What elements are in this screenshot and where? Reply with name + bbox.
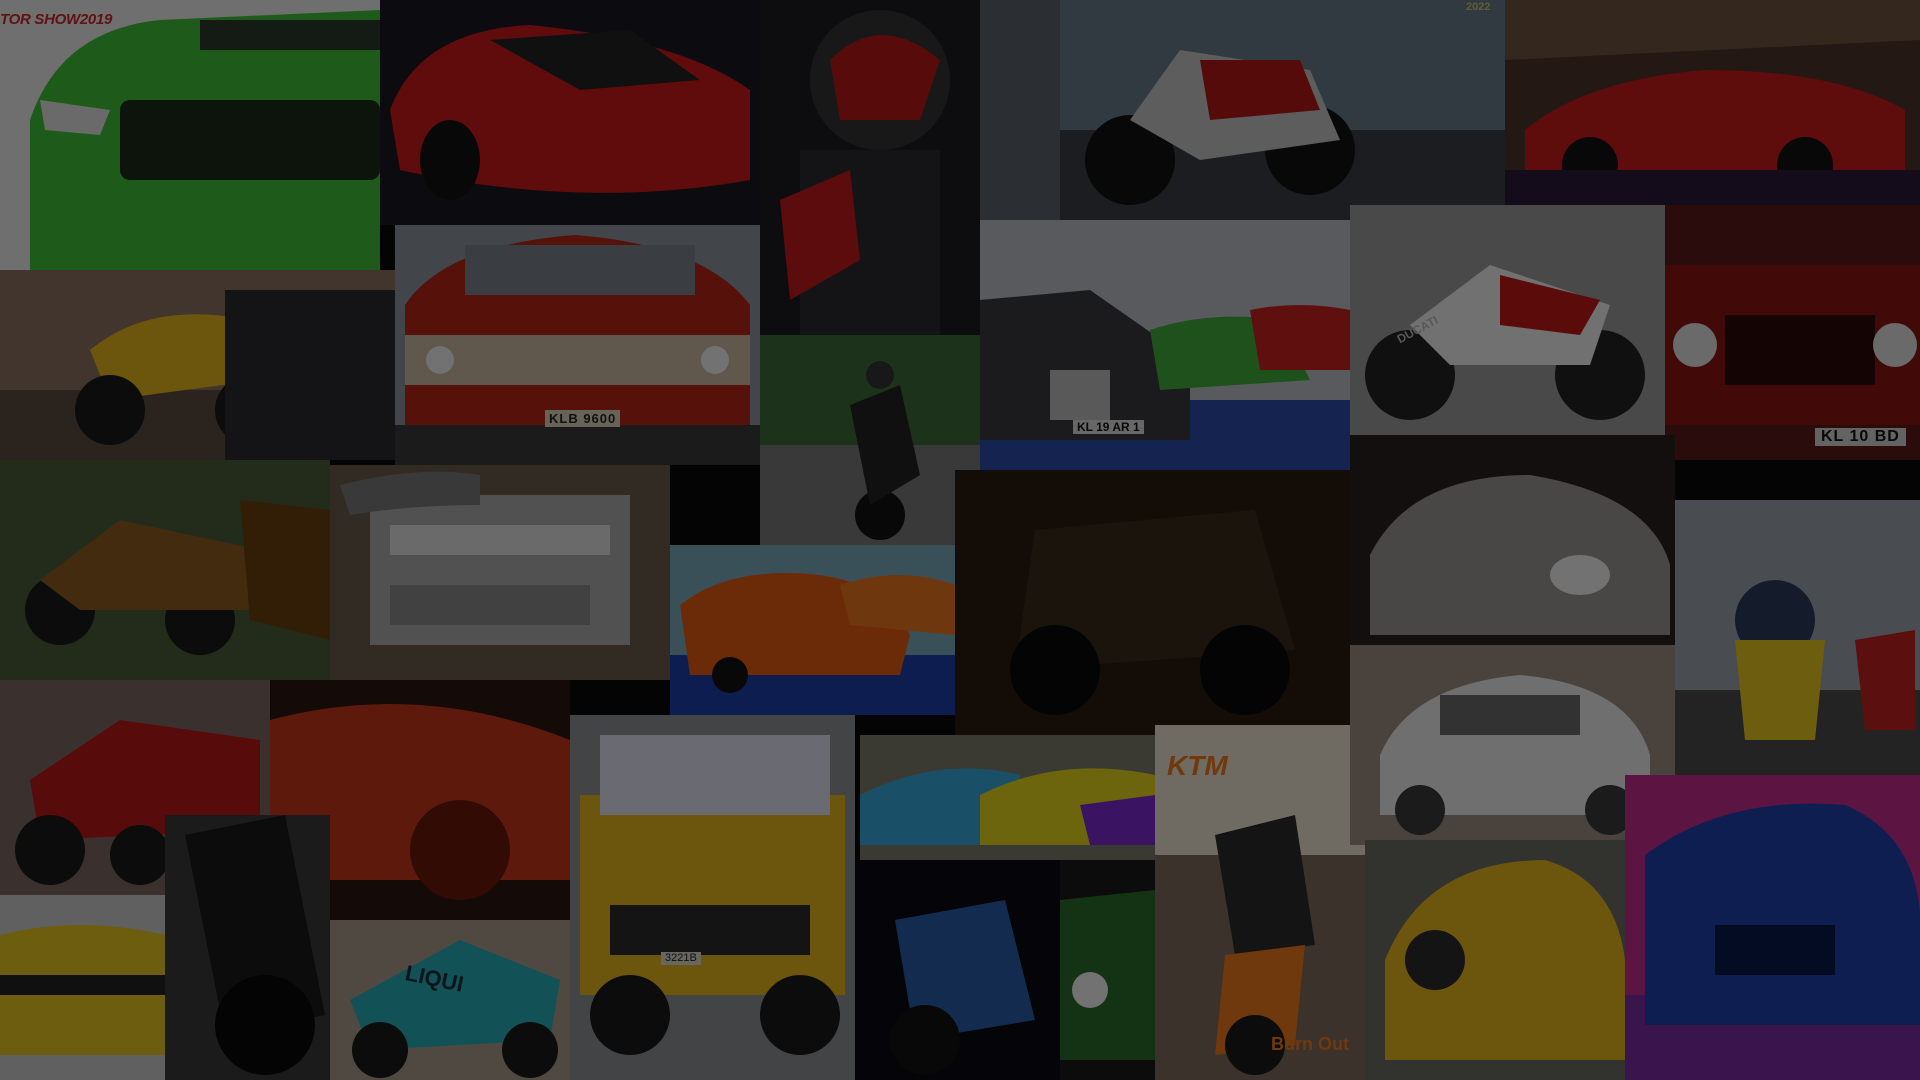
street-riders-photo <box>1675 500 1920 775</box>
red-lamborghini-photo <box>380 0 760 225</box>
year-label: 2022 <box>1466 1 1491 13</box>
license-plate: 3221B <box>661 952 701 965</box>
motorcycle-icon <box>980 0 1505 220</box>
yellow-fj-cruiser-photo <box>570 715 855 1080</box>
green-challenger-photo <box>1060 860 1155 1080</box>
ktm-logo: KTM <box>1167 750 1228 781</box>
yellow-porsche-photo <box>1365 840 1625 1080</box>
car-icon <box>0 0 380 270</box>
license-plate: KL 10 BD <box>1815 428 1906 446</box>
white-beetle-photo <box>1350 435 1675 645</box>
rider-helmet-photo <box>760 0 980 335</box>
car-icon <box>860 735 1155 860</box>
night-bike-photo <box>855 860 1060 1080</box>
blue-bmw-photo <box>1625 775 1920 1080</box>
motorcycle-icon <box>760 335 980 545</box>
car-icon <box>1060 860 1155 1080</box>
car-icon <box>955 470 1350 735</box>
car-icon <box>980 220 1350 470</box>
helmet-icon <box>760 0 980 335</box>
offroad-jeep-photo <box>955 470 1350 735</box>
license-plate: KLB 9600 <box>545 410 621 427</box>
motorcycle-icon <box>330 920 570 1080</box>
rolls-royce-lineup-photo <box>980 220 1350 470</box>
license-plate: KL 19 AR 1 <box>1073 420 1144 434</box>
photo-collage <box>0 0 1920 1080</box>
car-icon <box>670 545 955 715</box>
car-icon <box>1350 435 1675 645</box>
motorcycle-icon <box>1350 205 1665 435</box>
ducati-showroom-photo <box>980 0 1505 220</box>
black-bike-photo <box>165 815 330 1080</box>
bike-group-photo <box>0 460 330 680</box>
motor-show-logo: TOR SHOW2019 <box>0 11 112 28</box>
red-huracan-photo <box>1505 0 1920 205</box>
car-icon <box>1365 840 1625 1080</box>
mercedes-g-wagon-photo <box>1665 205 1920 460</box>
burn-out-label: Burn Out <box>1271 1034 1349 1054</box>
car-icon <box>380 0 760 225</box>
motorcycle-icon <box>165 815 330 1080</box>
motorcycle-icon <box>0 270 395 460</box>
car-icon <box>395 225 760 465</box>
motorcycle-icon <box>1675 500 1920 775</box>
green-mustang-photo <box>0 0 380 270</box>
stunt-wheelie-photo <box>760 335 980 545</box>
car-icon <box>1625 775 1920 1080</box>
colorful-cars-photo <box>860 735 1155 860</box>
car-icon <box>1665 205 1920 460</box>
orange-mustang-photo <box>670 545 955 715</box>
red-chevrolet-photo <box>395 225 760 465</box>
motorcycle-icon <box>0 460 330 680</box>
engine-icon <box>330 465 670 680</box>
yellow-hayabusa-photo <box>0 270 395 460</box>
car-icon <box>570 715 855 1080</box>
engine-bay-photo <box>330 465 670 680</box>
yellow-camaro-photo <box>0 895 165 1080</box>
ducati-panigale-photo <box>1350 205 1665 435</box>
teal-sportbike-photo <box>330 920 570 1080</box>
motorcycle-icon <box>855 860 1060 1080</box>
car-icon <box>0 895 165 1080</box>
car-icon <box>1505 0 1920 205</box>
